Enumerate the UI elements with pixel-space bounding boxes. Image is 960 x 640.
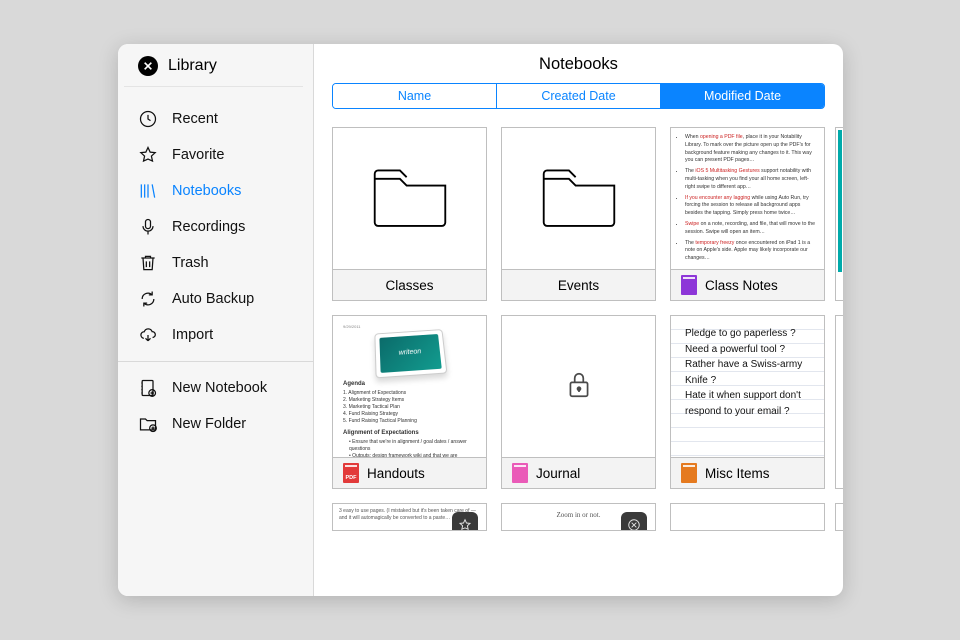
folder-classes[interactable]: Classes: [332, 127, 487, 301]
sidebar-item-trash[interactable]: Trash: [118, 245, 313, 281]
cloud-download-icon: [138, 325, 158, 345]
page-title: Notebooks: [314, 44, 843, 83]
folder-thumbnail: [502, 128, 655, 269]
circle-x-icon: [627, 518, 641, 531]
sidebar: Library Recent Favorite Notebooks Record…: [118, 44, 314, 596]
notebook-misc-items[interactable]: Pledge to go paperless ? Need a powerful…: [670, 315, 825, 489]
item-caption: Events: [502, 269, 655, 300]
clock-icon: [138, 109, 158, 129]
star-icon: [458, 518, 472, 531]
segment-created-date[interactable]: Created Date: [497, 84, 661, 108]
folder-icon: [368, 161, 452, 236]
sidebar-item-recent[interactable]: Recent: [118, 101, 313, 137]
item-caption: Class Notes: [671, 269, 824, 300]
notebook-thumbnail: 9/29/2011 writeon Agenda 1. Alignment of…: [333, 316, 486, 457]
mic-icon: [138, 217, 158, 237]
item-caption: Misc Items: [671, 457, 824, 488]
library-window: Library Recent Favorite Notebooks Record…: [118, 44, 843, 596]
tablet-illustration: writeon: [374, 329, 447, 378]
notebook-grid-wrap[interactable]: Classes Events When opening a PDF file, …: [314, 123, 843, 596]
favorite-chip[interactable]: [452, 512, 478, 531]
item-caption: Handouts: [333, 457, 486, 488]
action-label: New Folder: [172, 416, 246, 432]
handouts-preview: 9/29/2011 writeon Agenda 1. Alignment of…: [339, 322, 480, 457]
folder-events[interactable]: Events: [501, 127, 656, 301]
folder-icon: [537, 161, 621, 236]
sidebar-item-label: Import: [172, 327, 213, 343]
action-new-folder[interactable]: New Folder: [118, 406, 313, 442]
notebook-thumbnail: [502, 316, 655, 457]
sidebar-item-label: Notebooks: [172, 183, 241, 199]
notebook-thumbnail: Pledge to go paperless ? Need a powerful…: [671, 316, 824, 457]
remove-chip[interactable]: [621, 512, 647, 531]
sync-icon: [138, 289, 158, 309]
sidebar-item-label: Recordings: [172, 219, 245, 235]
new-folder-icon: [138, 414, 158, 434]
trash-icon: [138, 253, 158, 273]
sidebar-item-label: Trash: [172, 255, 209, 271]
action-label: New Notebook: [172, 380, 267, 396]
new-notebook-icon: [138, 378, 158, 398]
notebook-tag-icon: [512, 463, 528, 483]
item-caption: Journal: [502, 457, 655, 488]
star-icon: [138, 145, 158, 165]
misc-preview: Pledge to go paperless ? Need a powerful…: [683, 322, 816, 419]
segment-name[interactable]: Name: [333, 84, 497, 108]
sidebar-header: Library: [124, 44, 303, 87]
lock-icon: [566, 369, 592, 404]
notebook-tag-icon: [681, 463, 697, 483]
sidebar-item-label: Recent: [172, 111, 218, 127]
notebook-handouts[interactable]: 9/29/2011 writeon Agenda 1. Alignment of…: [332, 315, 487, 489]
notebook-peek[interactable]: [670, 503, 825, 531]
notes-preview: When opening a PDF file, place it in you…: [677, 134, 818, 263]
sidebar-item-notebooks[interactable]: Notebooks: [118, 173, 313, 209]
notebook-class-notes[interactable]: When opening a PDF file, place it in you…: [670, 127, 825, 301]
sort-segmented-control: Name Created Date Modified Date: [332, 83, 825, 109]
sidebar-item-favorite[interactable]: Favorite: [118, 137, 313, 173]
main-panel: Notebooks Name Created Date Modified Dat…: [314, 44, 843, 596]
sidebar-item-auto-backup[interactable]: Auto Backup: [118, 281, 313, 317]
item-caption: Classes: [333, 269, 486, 300]
close-button[interactable]: [138, 56, 158, 76]
sidebar-item-label: Favorite: [172, 147, 224, 163]
action-new-notebook[interactable]: New Notebook: [118, 370, 313, 406]
sidebar-item-import[interactable]: Import: [118, 317, 313, 353]
books-icon: [138, 181, 158, 201]
sidebar-item-recordings[interactable]: Recordings: [118, 209, 313, 245]
close-icon: [143, 61, 153, 71]
notebook-tag-icon: [343, 463, 359, 483]
folder-thumbnail: [333, 128, 486, 269]
notebook-thumbnail: When opening a PDF file, place it in you…: [671, 128, 824, 269]
notebook-journal[interactable]: Journal: [501, 315, 656, 489]
sidebar-title: Library: [168, 57, 217, 75]
notebook-peek[interactable]: Zoom in or not.: [501, 503, 656, 531]
notebook-tag-icon: [681, 275, 697, 295]
segment-modified-date[interactable]: Modified Date: [661, 84, 824, 108]
sidebar-item-label: Auto Backup: [172, 291, 254, 307]
notebook-peek[interactable]: 3 easy to use pages. (I mistaked but it'…: [332, 503, 487, 531]
notebook-grid: Classes Events When opening a PDF file, …: [314, 123, 843, 489]
grid-next-row: 3 easy to use pages. (I mistaked but it'…: [314, 489, 843, 531]
